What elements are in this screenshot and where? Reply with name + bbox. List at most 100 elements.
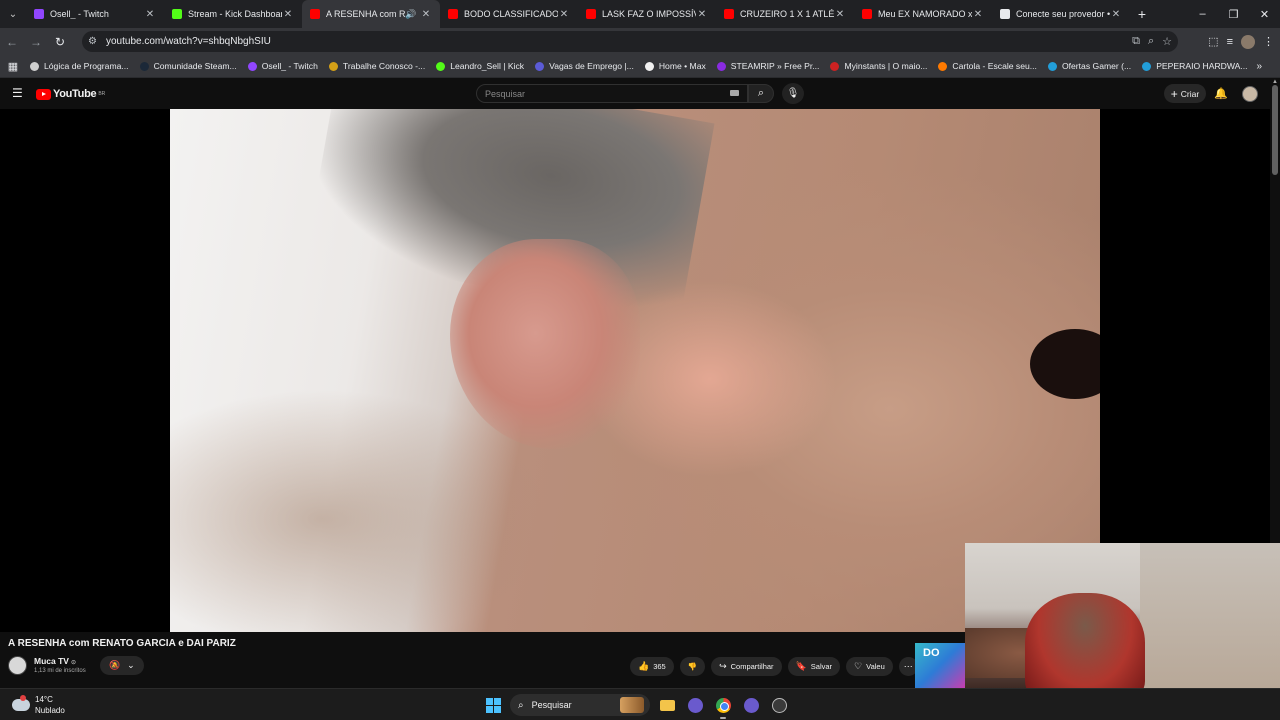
more-bookmarks-icon[interactable]: » xyxy=(1256,55,1262,78)
search-button[interactable]: ⌕ xyxy=(748,84,774,103)
site-info-icon[interactable]: ⚙ xyxy=(88,36,102,47)
chrome-menu-icon[interactable]: ⋮ xyxy=(1263,35,1274,48)
steam-button[interactable] xyxy=(768,694,790,716)
tab-search-icon[interactable]: ⌄ xyxy=(0,0,26,28)
search-highlight-image xyxy=(620,697,644,713)
bookmark-item[interactable]: Trabalhe Conosco -... xyxy=(328,61,425,71)
share-button[interactable]: ↪ Compartilhar xyxy=(711,657,782,676)
notifications-bell-icon[interactable]: 🔔 xyxy=(1214,87,1228,100)
reload-icon[interactable]: ↻ xyxy=(48,28,72,55)
channel-name[interactable]: Muca TV xyxy=(34,656,69,666)
restore-icon[interactable]: ❐ xyxy=(1218,0,1249,28)
tab-close-icon[interactable]: ✕ xyxy=(558,9,570,20)
account-avatar[interactable] xyxy=(1242,86,1258,102)
share-label: Compartilhar xyxy=(730,662,774,671)
tab-close-icon[interactable]: ✕ xyxy=(144,9,156,20)
close-window-icon[interactable]: ✕ xyxy=(1249,0,1280,28)
keyboard-icon[interactable] xyxy=(730,90,739,96)
bookmark-item[interactable]: Myinstants | O maio... xyxy=(830,61,927,71)
profile-avatar[interactable] xyxy=(1241,34,1255,49)
bookmark-favicon-icon xyxy=(830,61,840,71)
browser-tab[interactable]: A RESENHA com REN🔊✕ xyxy=(302,0,440,28)
voice-search-button[interactable]: 🎙 xyxy=(782,83,804,104)
back-icon[interactable]: ← xyxy=(0,28,24,55)
reading-list-icon[interactable]: ≡ xyxy=(1227,36,1233,48)
folder-icon xyxy=(659,699,675,711)
bookmark-favicon-icon xyxy=(1142,61,1152,71)
thanks-button[interactable]: ♡ Valeu xyxy=(846,657,893,676)
new-tab-button[interactable]: + xyxy=(1130,0,1154,28)
bookmark-favicon-icon xyxy=(436,61,446,71)
window-controls: – ❐ ✕ xyxy=(1187,0,1280,28)
scroll-thumb[interactable] xyxy=(1272,85,1278,175)
channel-name-row[interactable]: Muca TV ⊙ xyxy=(34,656,76,666)
bookmark-item[interactable]: PEPERAIO HARDWA... xyxy=(1142,61,1248,71)
bookmark-item[interactable]: Ofertas Gamer (... xyxy=(1047,61,1131,71)
bookmark-item[interactable]: Vagas de Emprego |... xyxy=(535,61,634,71)
browser-tab[interactable]: CRUZEIRO 1 X 1 ATLÉTIC✕ xyxy=(716,0,854,28)
browser-tab[interactable]: BODO CLASSIFICADO! SE✕ xyxy=(440,0,578,28)
bookmark-item[interactable]: Lógica de Programa... xyxy=(30,61,129,71)
video-content xyxy=(170,389,550,632)
tab-favicon-icon xyxy=(586,9,596,19)
minimize-icon[interactable]: – xyxy=(1187,0,1218,28)
address-bar[interactable]: ⚙ youtube.com/watch?v=shbqNbghSIU ⧉ ⌕ ☆ xyxy=(82,31,1178,52)
browser-tab[interactable]: Osell_ - Twitch ✕ xyxy=(26,0,164,28)
browser-tab[interactable]: Meu EX NAMORADO x A ✕ xyxy=(854,0,992,28)
extensions-icon[interactable]: ⬚ xyxy=(1208,35,1218,48)
url-text: youtube.com/watch?v=shbqNbghSIU xyxy=(106,36,271,47)
bookmark-item[interactable]: Cartola - Escale seu... xyxy=(938,61,1037,71)
save-button[interactable]: 🔖 Salvar xyxy=(787,657,841,676)
bookmark-star-icon[interactable]: ☆ xyxy=(1162,35,1172,48)
bookmark-favicon-icon xyxy=(938,61,948,71)
create-label: Criar xyxy=(1180,88,1200,99)
youtube-logo[interactable]: YouTube BR xyxy=(36,88,105,100)
tab-close-icon[interactable]: ✕ xyxy=(834,9,846,20)
start-button[interactable] xyxy=(482,694,504,716)
bookmark-item[interactable]: Leandro_Sell | Kick xyxy=(436,61,524,71)
taskbar-search[interactable]: ⌕ Pesquisar xyxy=(510,694,650,716)
tab-strip: ⌄ Osell_ - Twitch ✕ Stream - Kick Dashboar… xyxy=(0,0,1280,28)
webcam-background xyxy=(1140,543,1280,688)
search-input[interactable]: Pesquisar xyxy=(476,84,748,103)
browser-tab[interactable]: Stream - Kick Dashboard ✕ xyxy=(164,0,302,28)
weather-widget[interactable]: 14°C Nublado xyxy=(12,694,65,716)
browser-tab[interactable]: LASK FAZ O IMPOSSÍVEL✕ xyxy=(578,0,716,28)
bookmark-item[interactable]: STEAMRIP » Free Pr... xyxy=(716,61,819,71)
video-frame[interactable] xyxy=(170,109,1100,632)
bookmark-label: Osell_ - Twitch xyxy=(261,61,318,71)
discord-button[interactable] xyxy=(684,694,706,716)
recommended-thumbnail[interactable]: DO xyxy=(915,643,965,688)
create-button[interactable]: + Criar xyxy=(1164,84,1206,103)
zoom-icon[interactable]: ⌕ xyxy=(1148,35,1154,48)
bookmark-label: Lógica de Programa... xyxy=(44,61,129,71)
save-label: Salvar xyxy=(810,662,833,671)
install-app-icon[interactable]: ⧉ xyxy=(1132,35,1140,48)
like-button[interactable]: 👍 365 xyxy=(630,657,674,676)
video-title: A RESENHA com RENATO GARCIA e DAI PARIZ xyxy=(8,638,236,649)
browser-tab[interactable]: Conecte seu provedor • I ✕ xyxy=(992,0,1130,28)
bookmark-label: Myinstants | O maio... xyxy=(844,61,928,71)
windows-taskbar: 14°C Nublado ⌕ Pesquisar xyxy=(0,688,1280,720)
tab-close-icon[interactable]: ✕ xyxy=(282,9,294,20)
webcam-person xyxy=(1025,593,1145,688)
bookmark-item[interactable]: Osell_ - Twitch xyxy=(247,61,318,71)
subscribed-notifications-button[interactable]: 🔕 ⌄ xyxy=(100,656,144,675)
channel-avatar[interactable] xyxy=(8,656,27,675)
dislike-button[interactable]: 👎 xyxy=(679,657,706,676)
menu-icon[interactable]: ☰ xyxy=(12,87,24,99)
webcam-overlay xyxy=(965,543,1280,688)
bookmark-item[interactable]: Home • Max xyxy=(644,61,706,71)
apps-grid-icon[interactable]: ▦ xyxy=(0,60,26,73)
forward-icon[interactable]: → xyxy=(24,28,48,55)
tab-close-icon[interactable]: ✕ xyxy=(972,9,984,20)
file-explorer-button[interactable] xyxy=(656,694,678,716)
tab-close-icon[interactable]: ✕ xyxy=(696,9,708,20)
tab-close-icon[interactable]: ✕ xyxy=(1110,9,1122,20)
bookmark-item[interactable]: Comunidade Steam... xyxy=(139,61,237,71)
tab-audio-icon[interactable]: 🔊 xyxy=(405,9,417,20)
twitch-app-button[interactable] xyxy=(740,694,762,716)
tab-title: Osell_ - Twitch xyxy=(50,9,109,19)
chrome-taskbar-button[interactable] xyxy=(712,694,734,719)
tab-close-icon[interactable]: ✕ xyxy=(420,9,432,20)
